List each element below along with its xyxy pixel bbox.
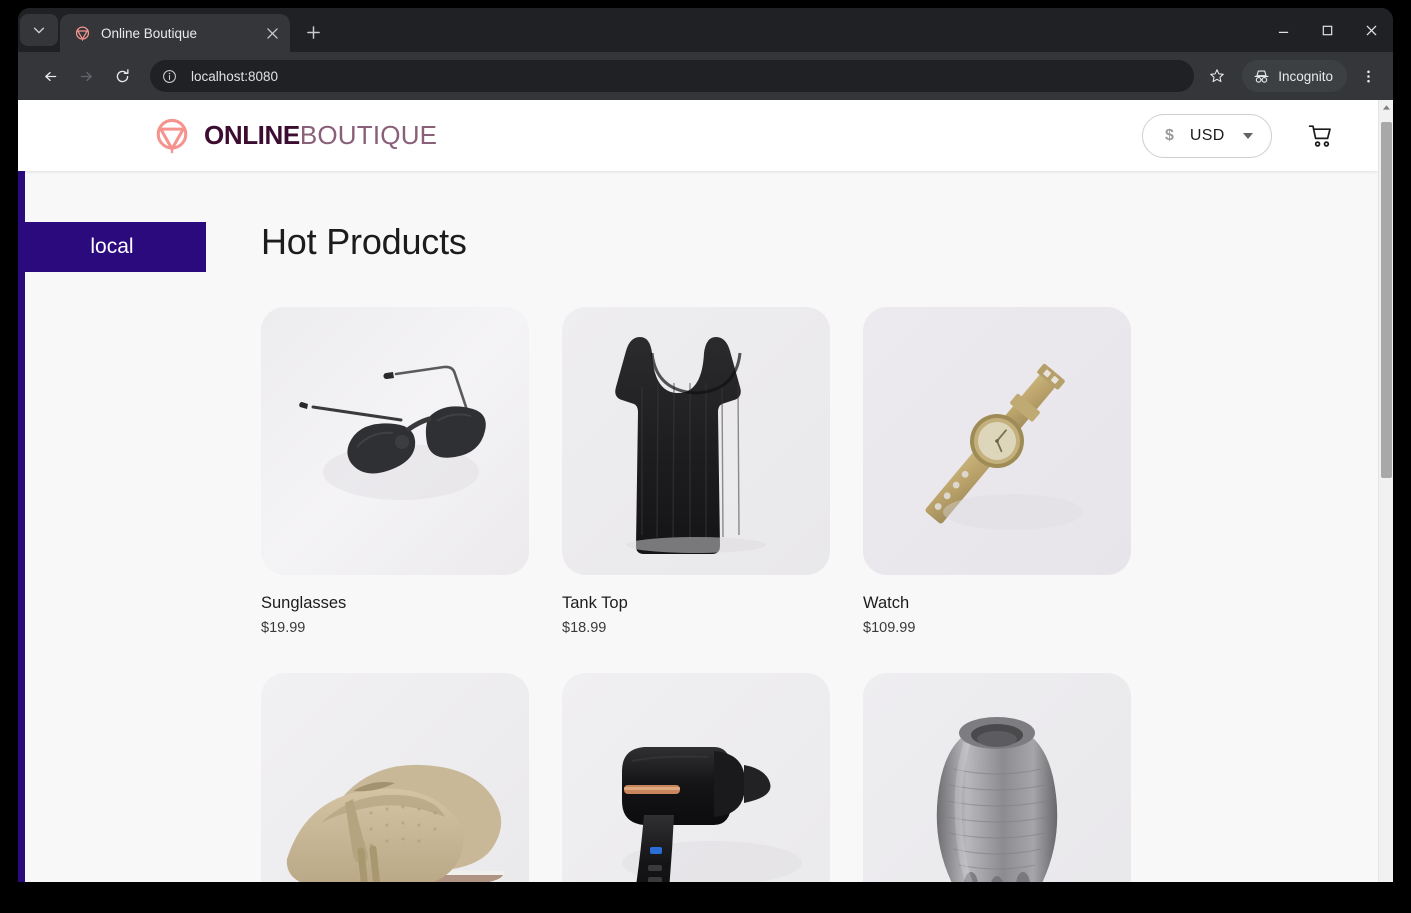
cart-button[interactable] bbox=[1306, 121, 1336, 151]
kebab-menu-icon bbox=[1366, 70, 1370, 82]
arrow-right-icon bbox=[80, 71, 92, 81]
product-image[interactable] bbox=[261, 673, 529, 882]
bookmark-button[interactable] bbox=[1202, 61, 1232, 91]
product-grid: Sunglasses $19.99 Tank Top $18.99 Watch … bbox=[261, 307, 1161, 882]
browser-menu-button[interactable] bbox=[1353, 60, 1383, 92]
environment-rail bbox=[18, 171, 25, 882]
environment-badge[interactable]: local bbox=[18, 222, 206, 272]
product-name: Sunglasses bbox=[261, 594, 347, 612]
info-circle-icon bbox=[162, 69, 176, 83]
star-icon bbox=[1210, 69, 1224, 83]
maximize-button[interactable] bbox=[1305, 8, 1349, 52]
product-price: $109.99 bbox=[863, 620, 916, 636]
close-icon bbox=[1366, 25, 1376, 35]
new-tab-button[interactable] bbox=[298, 17, 328, 47]
triangle-up-icon bbox=[1382, 105, 1390, 110]
sunglasses-product-photo bbox=[261, 307, 529, 575]
reload-button[interactable] bbox=[106, 60, 138, 92]
web-page: ONLINE BOUTIQUE $ USD local Hot Products… bbox=[18, 100, 1378, 882]
header-actions: $ USD bbox=[1142, 113, 1336, 158]
shopping-cart-icon bbox=[1308, 124, 1331, 147]
product-card[interactable] bbox=[562, 673, 830, 882]
product-image[interactable] bbox=[863, 673, 1131, 882]
brand-primary-text: ONLINE bbox=[204, 120, 300, 150]
boutique-logo-icon bbox=[156, 118, 188, 153]
tab-title: Online Boutique bbox=[101, 25, 198, 41]
address-bar-url: localhost:8080 bbox=[191, 68, 279, 84]
page-scrollbar[interactable] bbox=[1378, 100, 1393, 882]
scrollbar-up-button[interactable] bbox=[1379, 100, 1393, 115]
incognito-hat-icon bbox=[1254, 70, 1269, 83]
browser-tab[interactable]: Online Boutique bbox=[60, 14, 290, 52]
site-header: ONLINE BOUTIQUE $ USD bbox=[18, 100, 1378, 171]
product-image[interactable] bbox=[562, 307, 830, 575]
tab-search-button[interactable] bbox=[20, 14, 58, 46]
page-viewport: ONLINE BOUTIQUE $ USD local Hot Products… bbox=[18, 100, 1393, 882]
browser-window: Online Boutique localhost:8080 Incognito… bbox=[18, 8, 1393, 882]
maximize-icon bbox=[1322, 25, 1332, 35]
tab-close-button[interactable] bbox=[262, 23, 282, 43]
site-logo[interactable]: ONLINE BOUTIQUE bbox=[153, 117, 437, 155]
minimize-button[interactable] bbox=[1261, 8, 1305, 52]
product-card[interactable]: Sunglasses $19.99 bbox=[261, 307, 529, 636]
product-image[interactable] bbox=[261, 307, 529, 575]
chevron-down-icon bbox=[33, 27, 45, 34]
incognito-indicator[interactable]: Incognito bbox=[1242, 60, 1347, 92]
tanktop-product-photo bbox=[562, 307, 830, 575]
currency-symbol: $ bbox=[1165, 126, 1174, 144]
reload-icon bbox=[116, 68, 129, 82]
page-title: Hot Products bbox=[261, 221, 467, 262]
watch-product-photo bbox=[863, 307, 1131, 575]
product-name: Tank Top bbox=[562, 594, 628, 612]
product-card[interactable]: Tank Top $18.99 bbox=[562, 307, 830, 636]
product-price: $19.99 bbox=[261, 620, 306, 636]
tab-strip: Online Boutique bbox=[18, 8, 1393, 52]
forward-button[interactable] bbox=[70, 60, 102, 92]
product-card[interactable]: Watch $109.99 bbox=[863, 307, 1131, 636]
back-button[interactable] bbox=[34, 60, 66, 92]
window-close-button[interactable] bbox=[1349, 8, 1393, 52]
product-image[interactable] bbox=[562, 673, 830, 882]
arrow-left-icon bbox=[44, 71, 56, 81]
product-name: Watch bbox=[863, 594, 910, 612]
window-controls bbox=[1261, 8, 1393, 52]
hairdryer-product-photo bbox=[562, 673, 830, 882]
main-content: Hot Products Sunglasses $19.99 Tank Top … bbox=[18, 171, 1378, 882]
site-info-button[interactable] bbox=[156, 63, 182, 89]
currency-code: USD bbox=[1189, 126, 1225, 144]
minimize-icon bbox=[1278, 31, 1288, 33]
address-bar[interactable]: localhost:8080 bbox=[150, 60, 1195, 92]
boutique-logo-icon bbox=[75, 25, 90, 41]
product-card[interactable] bbox=[261, 673, 529, 882]
brand-wordmark: ONLINE BOUTIQUE bbox=[204, 120, 437, 151]
incognito-label: Incognito bbox=[1278, 68, 1333, 84]
brand-secondary-text: BOUTIQUE bbox=[299, 120, 438, 150]
vase-product-photo bbox=[863, 673, 1131, 882]
browser-toolbar: localhost:8080 Incognito bbox=[18, 52, 1393, 100]
loafers-product-photo bbox=[261, 673, 529, 882]
scrollbar-thumb[interactable] bbox=[1381, 122, 1392, 478]
plus-icon bbox=[306, 25, 320, 39]
close-icon bbox=[266, 27, 278, 39]
chevron-down-icon bbox=[1243, 132, 1253, 139]
product-card[interactable] bbox=[863, 673, 1131, 882]
product-image[interactable] bbox=[863, 307, 1131, 575]
product-price: $18.99 bbox=[562, 620, 607, 636]
currency-selector[interactable]: $ USD bbox=[1142, 113, 1272, 158]
